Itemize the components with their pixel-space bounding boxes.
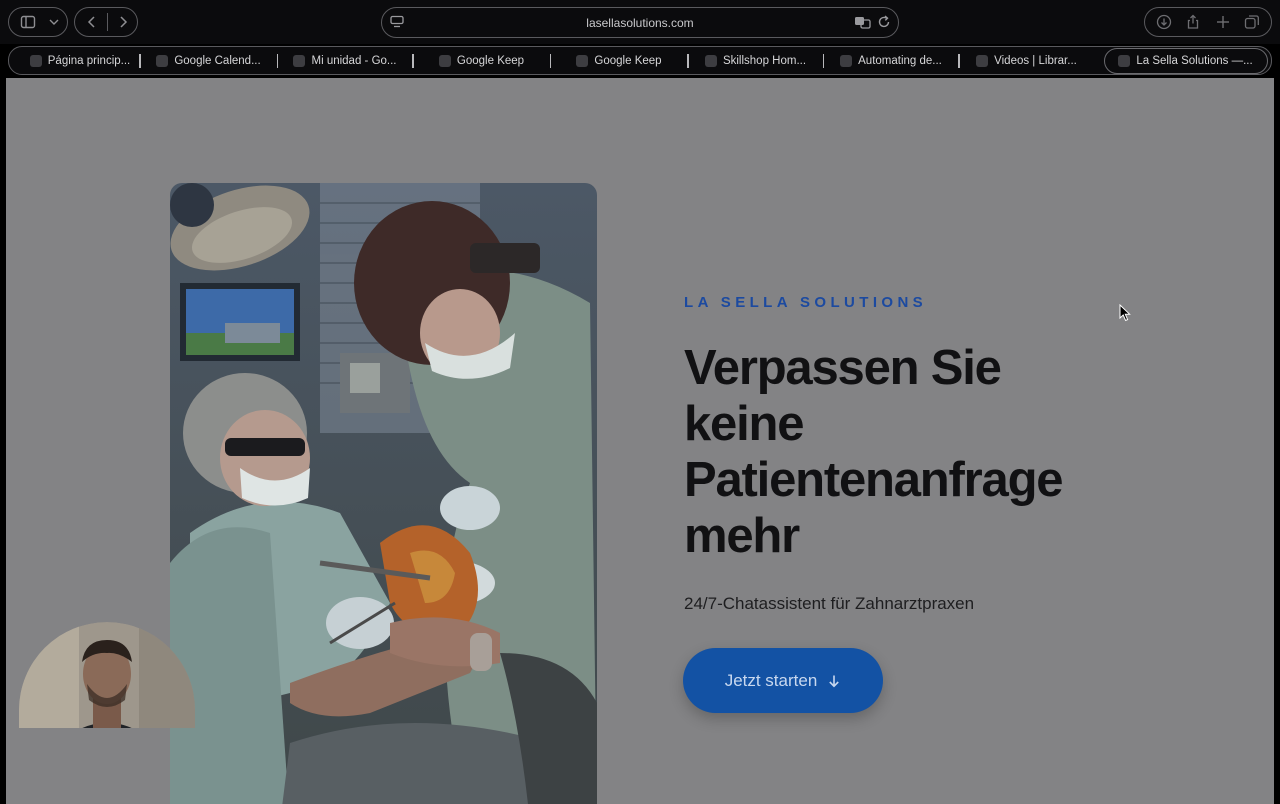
divider — [107, 13, 108, 31]
tab-label: Página princip... — [47, 54, 131, 67]
tab-label: Videos | Librar... — [994, 54, 1077, 67]
hero-subline: 24/7-Chatassistent für Zahnarztpraxen — [684, 594, 975, 613]
tab-bar: Página princip... Google Calend... Mi un… — [8, 46, 1272, 75]
tab-mi-unidad[interactable]: Mi unidad - Go... — [278, 48, 412, 74]
page-icon — [840, 54, 853, 67]
tab-google-keep[interactable]: Google Keep — [414, 48, 550, 74]
mouse-cursor-icon — [1119, 304, 1131, 322]
tab-skillshop[interactable]: Skillshop Hom... — [689, 48, 823, 74]
back-button[interactable] — [79, 9, 105, 35]
address-bar[interactable]: lasellasolutions.com — [381, 7, 899, 38]
start-now-label: Jetzt starten — [724, 670, 818, 690]
keep-icon — [438, 54, 451, 67]
tab-label: La Sella Solutions —... — [1136, 54, 1253, 67]
sidebar-toggle-button[interactable] — [8, 7, 68, 37]
tab-automating[interactable]: Automating de... — [824, 48, 958, 74]
tab-overview-icon[interactable] — [1239, 9, 1265, 35]
tab-label: Skillshop Hom... — [722, 54, 807, 67]
browser-toolbar: lasellasolutions.com — [0, 0, 1280, 44]
tab-google-keep[interactable]: Google Keep — [551, 48, 687, 74]
translate-icon[interactable] — [854, 14, 872, 35]
tab-label: Mi unidad - Go... — [311, 54, 397, 67]
keep-icon — [576, 54, 589, 67]
downloads-icon[interactable] — [1151, 9, 1177, 35]
drive-icon — [29, 54, 42, 67]
sidebar-icon — [15, 9, 41, 35]
chevron-down-icon — [41, 9, 67, 35]
dentist-photo — [170, 183, 597, 804]
start-now-button[interactable]: Jetzt starten — [683, 648, 883, 713]
page-content: LA SELLA SOLUTIONS Verpassen Sie keine P… — [6, 78, 1274, 804]
skillshop-icon — [704, 54, 717, 67]
tab-label: Automating de... — [858, 54, 942, 67]
url-text: lasellasolutions.com — [586, 15, 694, 30]
brand-label: LA SELLA SOLUTIONS — [684, 294, 928, 311]
calendar-icon — [156, 54, 169, 67]
site-settings-icon[interactable] — [389, 14, 405, 35]
navigation-buttons — [74, 7, 138, 37]
arrow-down-icon — [829, 675, 840, 687]
tab-google-calendar[interactable]: Google Calend... — [141, 48, 277, 74]
forward-button[interactable] — [110, 9, 136, 35]
tab-label: Google Keep — [594, 54, 662, 67]
tab-videos-library[interactable]: Videos | Librar... — [960, 48, 1094, 74]
tab-label: Google Keep — [456, 54, 525, 67]
new-tab-icon[interactable] — [1210, 9, 1236, 35]
tab-pagina-principal[interactable]: Página princip... — [21, 48, 139, 74]
tab-label: Google Calend... — [174, 54, 261, 67]
tab-la-sella-solutions[interactable]: La Sella Solutions —... — [1103, 47, 1268, 74]
video-icon — [976, 54, 989, 67]
hero-headline: Verpassen Sie keine Patientenanfrage meh… — [684, 341, 1064, 563]
page-icon — [1118, 54, 1131, 67]
drive-icon — [293, 54, 306, 67]
reload-icon[interactable] — [876, 14, 892, 35]
share-icon[interactable] — [1180, 9, 1206, 35]
toolbar-actions — [1144, 7, 1272, 37]
